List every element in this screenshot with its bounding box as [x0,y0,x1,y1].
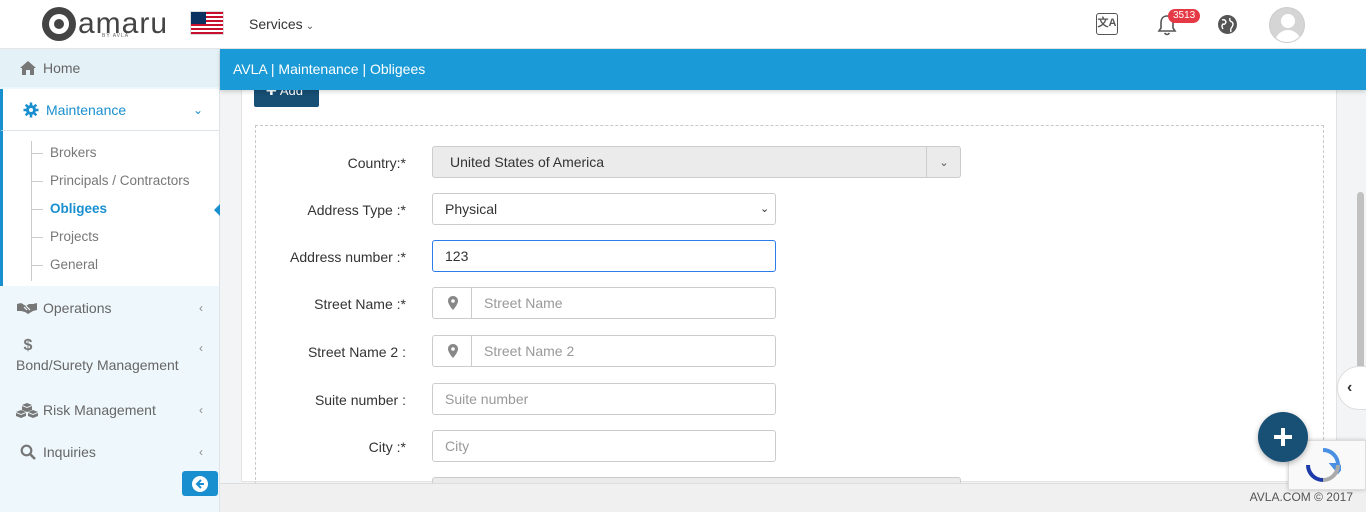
street-name2-label: Street Name 2 : [307,344,406,360]
map-marker-icon [447,344,458,358]
dollar-icon: $ [23,337,33,354]
breadcrumb: AVLA | Maintenance | Obligees [220,49,1366,90]
sidebar-item-label: Home [43,60,81,76]
chevron-left-icon: ‹ [1347,379,1353,396]
notification-badge[interactable]: 3513 [1168,9,1201,23]
address-form [255,125,1324,490]
address-type-select[interactable]: Physical [432,193,776,225]
sidebar-item-label: Maintenance [46,101,127,118]
street-name2-input[interactable] [471,335,776,367]
side-panel-toggle[interactable]: ‹ [1337,366,1366,410]
logo-icon [42,7,76,41]
sidebar-item-label: Inquiries [43,444,96,460]
country-select[interactable]: United States of America [432,146,961,178]
city-input[interactable] [432,430,776,462]
chevron-down-icon: ⌄ [192,102,203,117]
map-marker-addon [432,287,472,319]
globe-icon[interactable] [1217,14,1238,35]
submenu-item-projects[interactable]: Projects [50,229,99,244]
plus-icon [1274,428,1292,446]
street-name-label: Street Name :* [314,296,406,312]
top-header: amaru BY AVLA Services ⌄ 文A 3513 [0,0,1366,49]
logo-subtext: BY AVLA [102,33,130,39]
sidebar-item-maintenance[interactable]: Maintenance ⌄ [0,89,219,131]
sidebar-item-home[interactable]: Home [0,49,219,87]
map-marker-icon [447,296,458,310]
footer: AVLA.COM © 2017 [220,483,1366,512]
arrow-circle-left-icon [192,475,208,492]
submenu-item-general[interactable]: General [50,257,98,272]
chevron-down-icon: ⌄ [305,21,315,32]
street-name-input[interactable] [471,287,776,319]
submenu-item-obligees[interactable]: Obligees [50,201,107,216]
city-label: City :* [368,439,406,455]
services-menu[interactable]: Services ⌄ [249,16,314,32]
handshake-icon [17,303,37,314]
map-marker-addon [432,335,472,367]
services-label: Services [249,16,303,32]
search-icon [20,444,36,460]
collapse-sidebar-button[interactable] [182,471,218,496]
chevron-down-icon: ⌄ [760,203,770,215]
us-flag-icon[interactable] [190,11,224,35]
chevron-down-icon[interactable]: ⌄ [926,146,961,178]
submenu-item-brokers[interactable]: Brokers [50,145,97,160]
recaptcha-icon [1306,448,1341,482]
address-number-input[interactable] [432,240,776,272]
translate-icon[interactable]: 文A [1096,13,1118,35]
submenu-item-principals[interactable]: Principals / Contractors [50,173,190,188]
address-type-label: Address Type :* [307,202,406,218]
address-number-label: Address number :* [290,249,406,265]
country-label: Country:* [347,155,406,171]
cubes-icon [16,403,38,418]
gear-icon [23,102,39,117]
suite-input[interactable] [432,383,776,415]
home-icon [20,61,36,75]
floating-add-button[interactable] [1258,412,1308,462]
suite-label: Suite number : [314,392,406,408]
user-avatar[interactable] [1269,7,1305,43]
sidebar-item-label: Operations [43,300,112,316]
